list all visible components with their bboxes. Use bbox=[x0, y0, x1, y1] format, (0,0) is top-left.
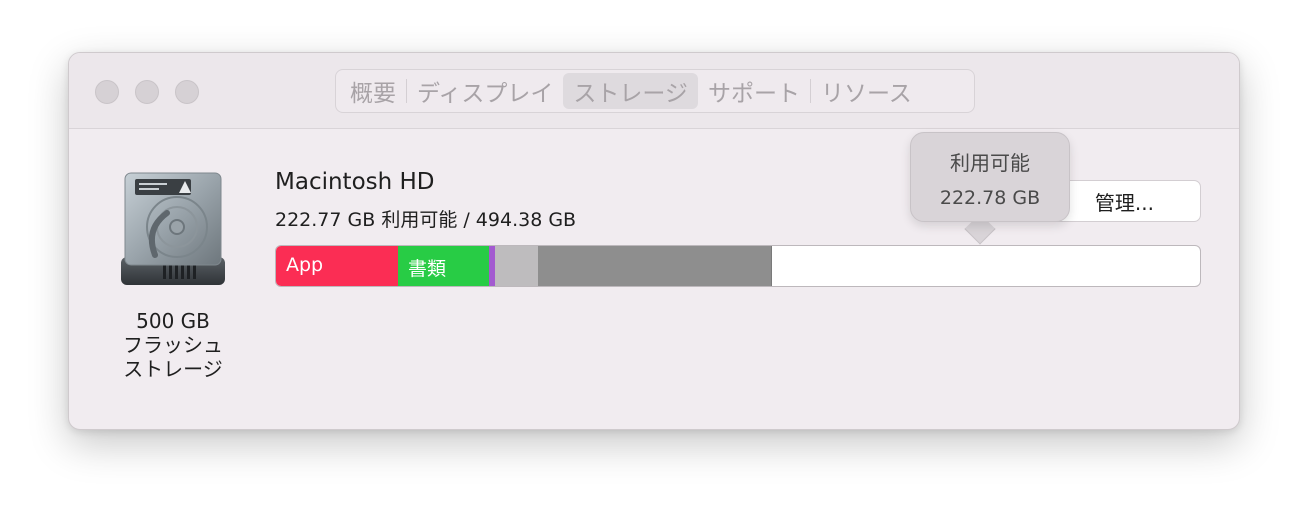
drive-type-line1: フラッシュ bbox=[123, 333, 223, 357]
tooltip-value: 222.78 GB bbox=[939, 187, 1041, 209]
close-window-button[interactable] bbox=[95, 80, 119, 104]
storage-segment-4 bbox=[538, 246, 772, 286]
hard-drive-icon bbox=[121, 172, 225, 285]
available-space-tooltip: 利用可能 222.78 GB bbox=[910, 132, 1070, 222]
storage-segment-3 bbox=[495, 246, 538, 286]
tab-overview[interactable]: 概要 bbox=[340, 73, 406, 109]
tab-storage[interactable]: ストレージ bbox=[563, 73, 698, 109]
volume-usage: 222.77 GB 利用可能 / 494.38 GB bbox=[275, 209, 577, 231]
minimize-window-button[interactable] bbox=[135, 80, 159, 104]
storage-segment-label: App bbox=[286, 254, 324, 276]
volume-name: Macintosh HD bbox=[275, 169, 435, 195]
tab-displays[interactable]: ディスプレイ bbox=[407, 73, 563, 109]
tab-bar: 概要 ディスプレイ ストレージ サポート リソース bbox=[335, 69, 975, 113]
drive-type-line2: ストレージ bbox=[123, 357, 223, 381]
storage-segment-1: 書類 bbox=[398, 246, 489, 286]
tab-support[interactable]: サポート bbox=[698, 73, 810, 109]
zoom-window-button[interactable] bbox=[175, 80, 199, 104]
storage-usage-bar[interactable]: App 書類 bbox=[275, 245, 1201, 287]
tooltip-title: 利用可能 bbox=[950, 151, 1030, 175]
drive-capacity: 500 GB bbox=[136, 309, 210, 333]
tab-resources[interactable]: リソース bbox=[811, 73, 922, 109]
drive-caption: 500 GB フラッシュ ストレージ bbox=[103, 309, 243, 381]
storage-segment-0: App bbox=[276, 246, 398, 286]
storage-segment-label: 書類 bbox=[408, 258, 447, 280]
about-this-mac-window: 概要 ディスプレイ ストレージ サポート リソース 500 GB フラッシュ ス… bbox=[68, 52, 1240, 430]
manage-button[interactable]: 管理... bbox=[1049, 180, 1201, 222]
titlebar: 概要 ディスプレイ ストレージ サポート リソース bbox=[69, 53, 1239, 129]
